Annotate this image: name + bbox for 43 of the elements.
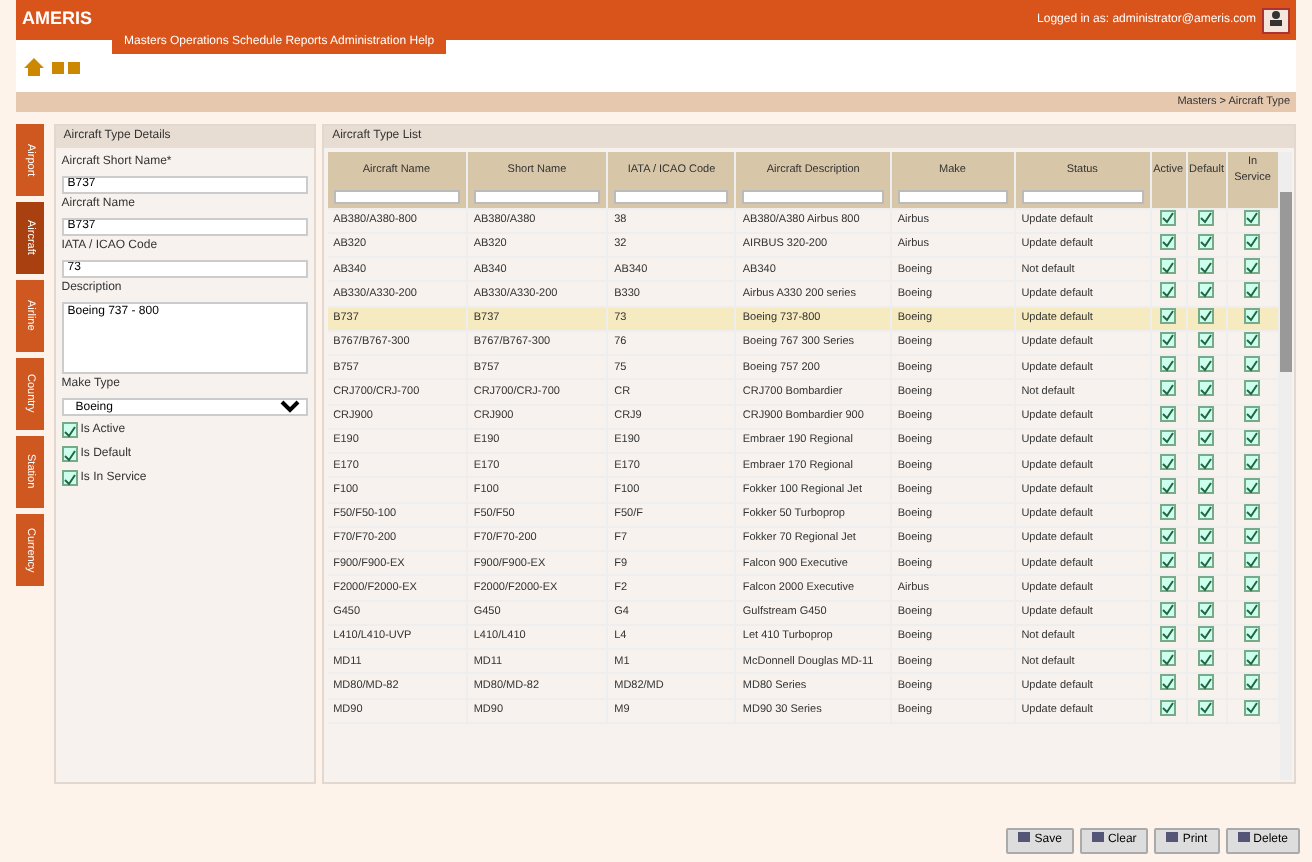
- home-icon[interactable]: [24, 58, 44, 76]
- checkbox[interactable]: [1244, 356, 1261, 372]
- checkbox[interactable]: [1198, 576, 1215, 593]
- checkbox[interactable]: [1160, 356, 1177, 372]
- filter-field[interactable]: [742, 190, 884, 205]
- user-button[interactable]: [1262, 7, 1290, 33]
- checkbox[interactable]: [1244, 576, 1261, 593]
- checkbox[interactable]: [1198, 380, 1215, 397]
- logo: AMERIS: [22, 6, 93, 33]
- checkbox[interactable]: [1160, 282, 1177, 299]
- checkbox[interactable]: [1244, 282, 1261, 299]
- checkbox[interactable]: [1198, 478, 1215, 495]
- checkbox[interactable]: [1160, 576, 1177, 593]
- checkbox[interactable]: [1198, 454, 1215, 470]
- checkbox[interactable]: [1160, 258, 1177, 274]
- checkbox[interactable]: [1160, 478, 1177, 495]
- checkbox[interactable]: [61, 470, 78, 486]
- checkbox[interactable]: [1198, 282, 1215, 299]
- checkbox[interactable]: [1160, 552, 1177, 568]
- checkbox[interactable]: [1160, 380, 1177, 397]
- user-icon: [1268, 10, 1284, 27]
- filter-field[interactable]: [614, 190, 729, 205]
- checkbox[interactable]: [1244, 674, 1261, 691]
- checkbox[interactable]: [1160, 674, 1177, 691]
- filter-field[interactable]: [333, 190, 460, 205]
- filter-field[interactable]: [1021, 190, 1144, 205]
- checkbox[interactable]: [1160, 454, 1177, 470]
- checkbox[interactable]: [1198, 356, 1215, 372]
- filter-field[interactable]: [897, 190, 1008, 205]
- checkbox[interactable]: [1198, 552, 1215, 568]
- filter-field[interactable]: [473, 190, 601, 205]
- checkbox[interactable]: [1198, 258, 1215, 274]
- checkbox[interactable]: [1244, 650, 1261, 666]
- checkbox[interactable]: [61, 446, 78, 462]
- checkbox[interactable]: [1244, 454, 1261, 470]
- checkbox[interactable]: [1160, 650, 1177, 666]
- checkbox[interactable]: [1244, 258, 1261, 274]
- checkbox[interactable]: [1244, 380, 1261, 397]
- checkbox[interactable]: [1198, 650, 1215, 666]
- checkbox[interactable]: [61, 422, 78, 438]
- checkbox[interactable]: [1198, 674, 1215, 691]
- checkbox[interactable]: [1244, 552, 1261, 568]
- checkbox[interactable]: [1244, 478, 1261, 495]
